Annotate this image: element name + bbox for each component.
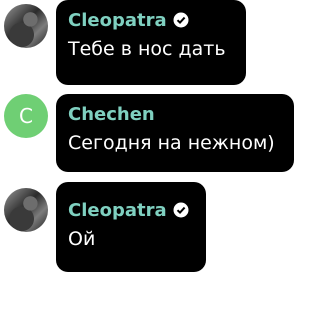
author-name[interactable]: Cleopatra — [68, 10, 167, 31]
message-text: Сегодня на нежном) — [68, 132, 275, 154]
author-name[interactable]: Chechen — [68, 104, 155, 125]
avatar[interactable] — [4, 188, 48, 232]
verified-badge-icon — [173, 12, 189, 28]
message-bubble: Cleopatra Тебе в нос дать — [56, 0, 246, 85]
message-bubble: Chechen Сегодня на нежном) — [56, 94, 294, 172]
avatar[interactable]: C — [4, 94, 48, 138]
avatar[interactable] — [4, 4, 48, 48]
avatar-letter: C — [19, 104, 33, 128]
author-name[interactable]: Cleopatra — [68, 200, 167, 221]
message-text: Тебе в нос дать — [68, 38, 226, 60]
verified-badge-icon — [173, 202, 189, 218]
message-text: Ой — [68, 228, 96, 250]
message-bubble: Cleopatra Ой — [56, 182, 206, 272]
